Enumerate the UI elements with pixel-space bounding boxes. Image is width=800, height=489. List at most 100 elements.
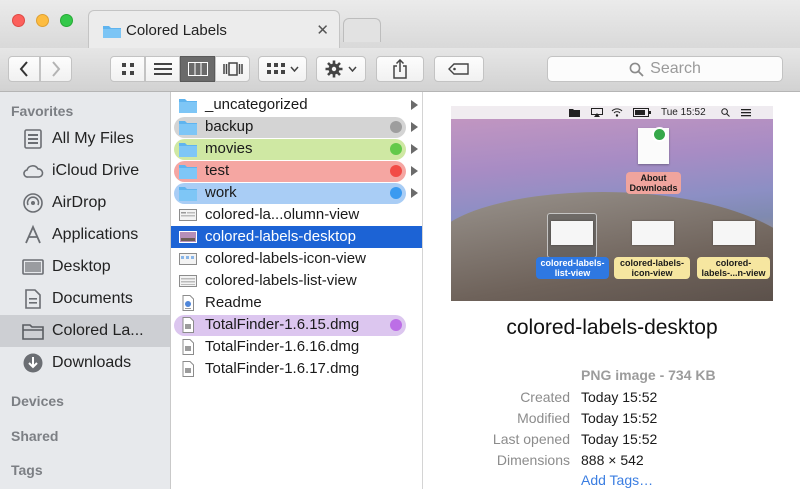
mountain-background bbox=[451, 192, 773, 301]
wifi-icon bbox=[611, 108, 623, 117]
folder-icon bbox=[569, 109, 580, 117]
sidebar-item-label: Applications bbox=[52, 226, 139, 243]
notification-center-icon bbox=[741, 109, 751, 117]
section-tags[interactable]: Tags bbox=[11, 462, 43, 478]
sidebar-item-label: Colored La... bbox=[52, 322, 144, 339]
disclosure-arrow-icon bbox=[411, 100, 418, 110]
file-name: colored-labels-list-view bbox=[205, 272, 357, 289]
folder-icon bbox=[103, 26, 121, 38]
cover-flow-button[interactable] bbox=[215, 56, 250, 82]
meta-value-dimensions: 888 × 542 bbox=[581, 452, 644, 468]
desktop-icon bbox=[22, 259, 44, 275]
file-name: TotalFinder-1.6.15.dmg bbox=[205, 316, 360, 333]
sidebar-item-label: AirDrop bbox=[52, 194, 107, 211]
file-row-movies[interactable]: movies bbox=[171, 138, 422, 160]
green-badge-icon bbox=[652, 127, 667, 142]
chevron-down-icon bbox=[289, 66, 299, 72]
file-name: TotalFinder-1.6.16.dmg bbox=[205, 338, 360, 355]
disk-image-icon bbox=[182, 317, 194, 333]
disk-image-icon bbox=[182, 339, 194, 355]
back-button[interactable] bbox=[8, 56, 40, 82]
file-row-totalfinder-1616[interactable]: TotalFinder-1.6.16.dmg bbox=[171, 336, 422, 358]
file-name: backup bbox=[205, 118, 254, 135]
file-row-test[interactable]: test bbox=[171, 160, 422, 182]
toolbar: Search bbox=[0, 48, 800, 92]
folder-icon bbox=[179, 99, 197, 113]
preview-thumbnail[interactable]: Tue 15:52 About Downloads colored-labels… bbox=[451, 106, 773, 301]
file-row-readme[interactable]: Readme bbox=[171, 292, 422, 314]
tags-button[interactable] bbox=[434, 56, 484, 82]
preview-filename: colored-labels-desktop bbox=[506, 316, 718, 339]
file-row-colored-labels-desktop[interactable]: colored-labels-desktop bbox=[171, 226, 422, 248]
about-downloads-label: About Downloads bbox=[626, 172, 681, 194]
meta-key-created: Created bbox=[520, 389, 570, 405]
folder-icon bbox=[179, 143, 197, 157]
section-favorites: Favorites bbox=[11, 103, 74, 119]
action-button[interactable] bbox=[316, 56, 366, 82]
arrange-button[interactable] bbox=[258, 56, 307, 82]
close-window-button[interactable] bbox=[12, 14, 25, 27]
file-row-totalfinder-1615[interactable]: TotalFinder-1.6.15.dmg bbox=[171, 314, 422, 336]
file-row-icon-view[interactable]: colored-labels-icon-view bbox=[171, 248, 422, 270]
file-row-uncategorized[interactable]: _uncategorized bbox=[171, 94, 422, 116]
add-tags-link[interactable]: Add Tags… bbox=[581, 472, 653, 488]
meta-value-created: Today 15:52 bbox=[581, 389, 658, 405]
file-row-totalfinder-1617[interactable]: TotalFinder-1.6.17.dmg bbox=[171, 358, 422, 380]
tab-colored-labels[interactable]: Colored Labels ✕ bbox=[88, 10, 340, 48]
sidebar-item-documents[interactable]: Documents bbox=[0, 283, 170, 315]
gear-icon bbox=[325, 60, 343, 78]
zoom-window-button[interactable] bbox=[60, 14, 73, 27]
sidebar: Favorites All My Files iCloud Drive AirD… bbox=[0, 92, 171, 489]
section-devices[interactable]: Devices bbox=[11, 393, 64, 409]
sidebar-item-colored-labels[interactable]: Colored La... bbox=[0, 315, 170, 347]
sidebar-item-icloud-drive[interactable]: iCloud Drive bbox=[0, 155, 170, 187]
sidebar-item-applications[interactable]: Applications bbox=[0, 219, 170, 251]
meta-key-last-opened: Last opened bbox=[492, 431, 570, 447]
new-tab-button[interactable] bbox=[343, 18, 381, 42]
cloud-icon bbox=[23, 165, 44, 178]
share-button[interactable] bbox=[376, 56, 424, 82]
file-row-work[interactable]: work bbox=[171, 182, 422, 204]
airdrop-icon bbox=[23, 193, 43, 213]
documents-icon bbox=[25, 289, 41, 309]
document-icon bbox=[182, 295, 194, 311]
forward-button[interactable] bbox=[40, 56, 72, 82]
sidebar-item-all-my-files[interactable]: All My Files bbox=[0, 123, 170, 155]
columns-icon bbox=[187, 62, 208, 76]
arrange-icon bbox=[266, 63, 285, 74]
image-file-icon bbox=[179, 209, 197, 221]
cover-flow-icon bbox=[222, 62, 243, 76]
file-name: Readme bbox=[205, 294, 262, 311]
file-row-backup[interactable]: backup bbox=[171, 116, 422, 138]
sidebar-item-label: iCloud Drive bbox=[52, 162, 140, 179]
icon-view-thumb bbox=[632, 221, 674, 245]
file-name: _uncategorized bbox=[205, 96, 308, 113]
sidebar-item-label: Desktop bbox=[52, 258, 111, 275]
preview-pane: Tue 15:52 About Downloads colored-labels… bbox=[424, 92, 800, 489]
sidebar-item-desktop[interactable]: Desktop bbox=[0, 251, 170, 283]
file-name: colored-labels-desktop bbox=[205, 228, 356, 245]
list-view-button[interactable] bbox=[145, 56, 180, 82]
applications-icon bbox=[25, 224, 41, 244]
disclosure-arrow-icon bbox=[411, 144, 418, 154]
file-row-column-view[interactable]: colored-la...olumn-view bbox=[171, 204, 422, 226]
meta-key-modified: Modified bbox=[517, 410, 570, 426]
sidebar-item-airdrop[interactable]: AirDrop bbox=[0, 187, 170, 219]
image-file-icon bbox=[179, 253, 197, 265]
tab-close-icon[interactable]: ✕ bbox=[316, 21, 329, 39]
list-view-thumb bbox=[551, 221, 593, 245]
column-view-button[interactable] bbox=[180, 56, 215, 82]
disclosure-arrow-icon bbox=[411, 166, 418, 176]
search-icon bbox=[721, 108, 730, 117]
file-name: colored-labels-icon-view bbox=[205, 250, 366, 267]
section-shared[interactable]: Shared bbox=[11, 428, 58, 444]
file-row-list-view[interactable]: colored-labels-list-view bbox=[171, 270, 422, 292]
search-input[interactable]: Search bbox=[547, 56, 783, 82]
search-placeholder: Search bbox=[650, 60, 701, 77]
icon-view-button[interactable] bbox=[110, 56, 145, 82]
minimize-window-button[interactable] bbox=[36, 14, 49, 27]
title-bar: Colored Labels ✕ bbox=[0, 0, 800, 48]
sidebar-item-downloads[interactable]: Downloads bbox=[0, 347, 170, 379]
sidebar-item-label: Downloads bbox=[52, 354, 132, 371]
tag-dot-gray bbox=[390, 121, 402, 133]
